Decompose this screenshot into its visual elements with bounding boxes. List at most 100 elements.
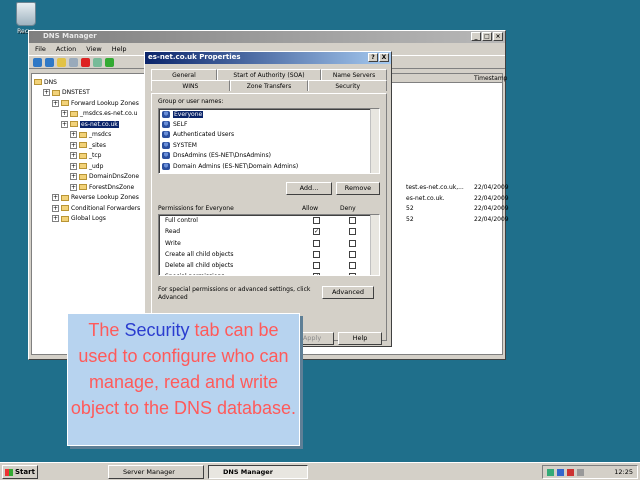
tree-node[interactable]: + Reverse Lookup Zones (34, 193, 144, 204)
maximize-button[interactable]: □ (482, 32, 492, 41)
tree-node-label: es-net.co.uk (80, 120, 119, 128)
user-list-scrollbar[interactable] (370, 109, 379, 173)
expand-icon[interactable]: + (70, 173, 77, 181)
allow-checkbox[interactable] (313, 239, 320, 247)
expand-icon[interactable]: + (70, 131, 77, 139)
up-folder-icon[interactable] (57, 57, 66, 67)
allow-checkbox[interactable] (313, 217, 320, 224)
record-data: es-net.co.uk. (406, 194, 445, 202)
tab-name-servers[interactable]: Name Servers (321, 69, 387, 80)
folder-icon (70, 110, 78, 117)
user-list-item[interactable]: SYSTEM (159, 140, 379, 150)
expand-icon[interactable]: + (70, 141, 77, 149)
network-icon[interactable] (547, 469, 554, 476)
allow-checkbox[interactable] (313, 250, 320, 258)
allow-checkbox[interactable] (313, 262, 320, 270)
tab-security[interactable]: Security (308, 80, 388, 91)
tab-wins[interactable]: WINS (151, 80, 230, 91)
user-list-item[interactable]: DnsAdmins (ES-NET\DnsAdmins) (159, 151, 379, 161)
tree-node[interactable]: + DNSTEST (34, 88, 144, 99)
permissions-list[interactable]: Full control Read ✓ Write Create all child o… (158, 214, 380, 276)
monitor-icon[interactable] (557, 469, 564, 476)
user-list-item[interactable]: Everyone (159, 109, 379, 119)
record-timestamp: 22/04/2009 (474, 205, 509, 212)
permission-name: Delete all child objects (165, 262, 234, 270)
expand-icon[interactable]: + (70, 152, 77, 160)
tree-node[interactable]: DNS (34, 77, 144, 88)
callout-text-pre: The (88, 320, 125, 340)
deny-checkbox[interactable] (349, 273, 356, 275)
task-dns-manager[interactable]: DNS Manager (208, 465, 308, 479)
tree-node[interactable]: + _msdcs.es-net.co.u (34, 109, 144, 120)
delete-icon[interactable] (81, 57, 90, 67)
expand-icon[interactable]: + (61, 110, 68, 118)
tab-strip: General Start of Authority (SOA) Name Se… (151, 69, 388, 91)
show-tree-icon[interactable] (69, 57, 78, 67)
menu-action[interactable]: Action (56, 45, 76, 53)
permissions-scrollbar[interactable] (370, 215, 379, 275)
allow-checkbox[interactable]: ✓ (313, 273, 320, 275)
task-server-manager[interactable]: Server Manager (108, 465, 204, 479)
tree-node[interactable]: + _sites (34, 140, 144, 151)
add-button[interactable]: Add... (286, 182, 332, 195)
user-name: Authenticated Users (173, 131, 235, 139)
back-icon[interactable] (33, 57, 42, 67)
user-list-item[interactable]: SELF (159, 119, 379, 129)
tree-node[interactable]: + _msdcs (34, 130, 144, 141)
tab-general[interactable]: General (151, 69, 217, 80)
deny-checkbox[interactable] (349, 250, 356, 258)
allow-checkbox[interactable]: ✓ (313, 228, 320, 236)
tab-soa[interactable]: Start of Authority (SOA) (216, 69, 322, 80)
timestamp-column-header[interactable]: Timestamp (474, 75, 508, 82)
dialog-close-button[interactable]: X (379, 53, 389, 62)
user-name: SELF (173, 121, 188, 129)
properties-icon[interactable] (93, 57, 102, 67)
menu-view[interactable]: View (86, 45, 101, 53)
remove-button[interactable]: Remove (336, 182, 380, 195)
tree-node[interactable]: + _tcp (34, 151, 144, 162)
close-button[interactable]: × (493, 32, 503, 41)
user-list-item[interactable]: Domain Admins (ES-NET\Domain Admins) (159, 161, 379, 171)
clock[interactable]: 12:25 (614, 468, 633, 476)
refresh-icon[interactable] (105, 57, 114, 67)
deny-checkbox[interactable] (349, 262, 356, 270)
deny-column-label: Deny (340, 205, 356, 212)
expand-icon[interactable]: + (61, 120, 68, 128)
deny-checkbox[interactable] (349, 228, 356, 236)
user-list[interactable]: Everyone SELF Authenticated Users SYSTEM Dns… (158, 108, 380, 174)
advanced-button[interactable]: Advanced (322, 286, 374, 299)
shield-icon[interactable] (567, 469, 574, 476)
tree-node[interactable]: + es-net.co.uk (34, 119, 144, 130)
expand-icon[interactable]: + (52, 99, 59, 107)
minimize-button[interactable]: _ (471, 32, 481, 41)
expand-icon[interactable]: + (52, 204, 59, 212)
tree-node[interactable]: + _udp (34, 161, 144, 172)
tree-node[interactable]: + Global Logs (34, 214, 144, 225)
properties-dialog[interactable]: es-net.co.uk Properties ? X General Star… (144, 51, 392, 347)
expand-icon[interactable]: + (43, 89, 50, 97)
dialog-titlebar[interactable]: es-net.co.uk Properties ? X (145, 52, 391, 64)
help-button[interactable]: Help (338, 332, 382, 345)
expand-icon[interactable]: + (70, 162, 77, 170)
start-button[interactable]: Start (2, 465, 38, 479)
tree-node[interactable]: + ForestDnsZone (34, 182, 144, 193)
dns-manager-titlebar[interactable]: DNS Manager _ □ × (29, 31, 505, 43)
help-question-button[interactable]: ? (368, 53, 378, 62)
expand-icon[interactable]: + (52, 194, 59, 202)
deny-checkbox[interactable] (349, 239, 356, 247)
expand-icon[interactable]: + (70, 183, 77, 191)
tab-zone-transfers[interactable]: Zone Transfers (229, 80, 309, 91)
menu-file[interactable]: File (35, 45, 46, 53)
user-list-item[interactable]: Authenticated Users (159, 130, 379, 140)
deny-checkbox[interactable] (349, 217, 356, 224)
volume-icon[interactable] (577, 469, 584, 476)
expand-icon[interactable]: + (52, 215, 59, 223)
forward-icon[interactable] (45, 57, 54, 67)
tree-node-label: ForestDnsZone (89, 183, 135, 191)
tree-node[interactable]: + Conditional Forwarders (34, 203, 144, 214)
tree-node[interactable]: + Forward Lookup Zones (34, 98, 144, 109)
tree-node[interactable]: + DomainDnsZone (34, 172, 144, 183)
dialog-title: es-net.co.uk Properties (148, 53, 241, 61)
folder-icon (70, 121, 78, 128)
menu-help[interactable]: Help (112, 45, 127, 53)
